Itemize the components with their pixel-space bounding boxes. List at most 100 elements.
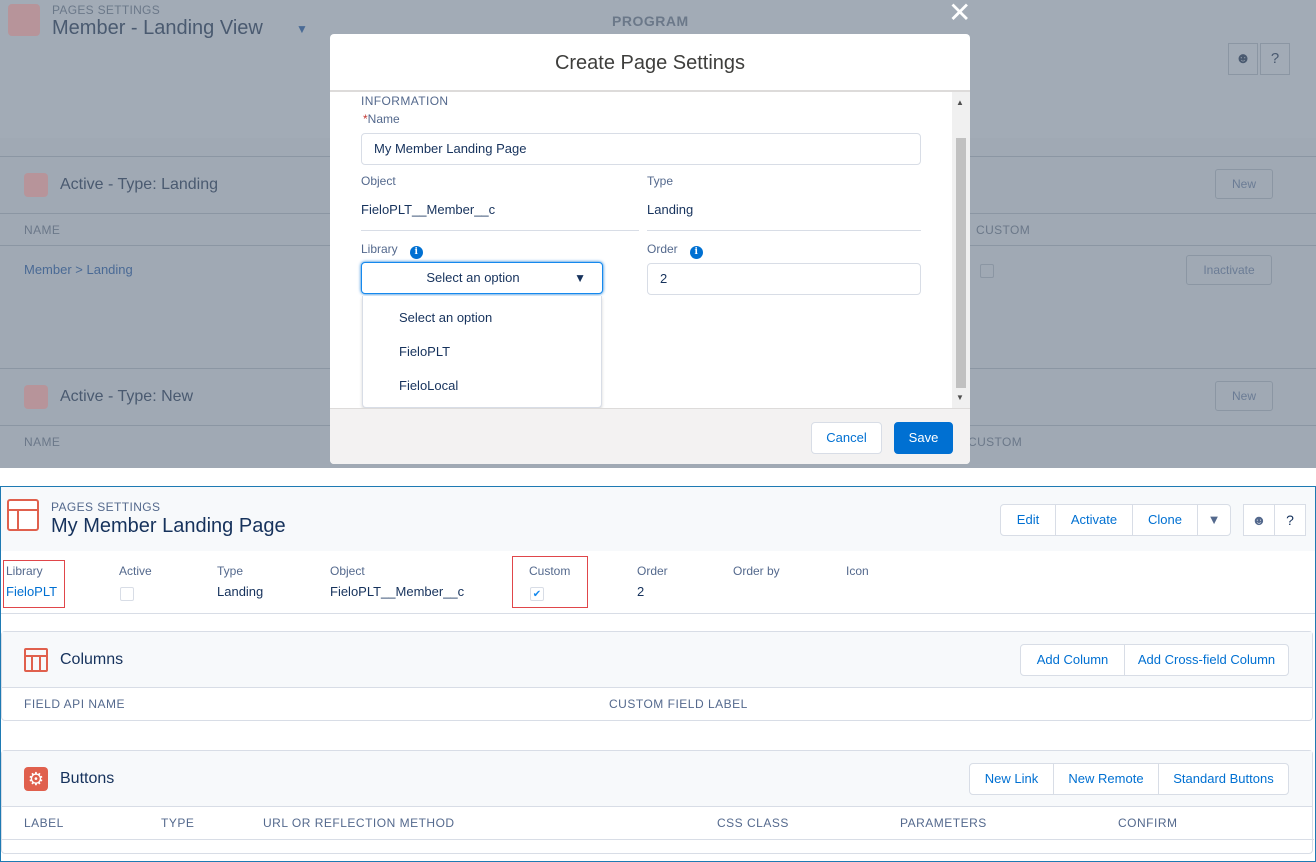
icon-label: Icon	[846, 564, 869, 578]
name-label: *Name	[363, 112, 400, 126]
order-label: Order i	[647, 242, 703, 259]
buttons-title: Buttons	[60, 770, 115, 787]
cancel-button[interactable]: Cancel	[811, 422, 882, 454]
divider	[2, 839, 1314, 840]
record-action-group: Edit Activate Clone ▼	[1000, 504, 1231, 536]
type-value: Landing	[647, 202, 694, 217]
card-icon	[24, 385, 48, 409]
name-input[interactable]: My Member Landing Page	[361, 133, 921, 165]
add-cross-field-column-button[interactable]: Add Cross-field Column	[1125, 645, 1288, 675]
more-actions-chevron-icon[interactable]: ▼	[1198, 505, 1230, 535]
background-card-title: Active - Type: Landing	[60, 176, 219, 193]
object-label: Object	[330, 564, 365, 578]
background-row-link: Member > Landing	[24, 262, 133, 277]
active-label: Active	[119, 564, 152, 578]
type-label: Type	[217, 564, 244, 578]
column-header-url: URL OR REFLECTION METHOD	[263, 816, 455, 830]
scroll-up-icon[interactable]: ▲	[956, 98, 964, 107]
background-col-custom: CUSTOM	[976, 223, 1031, 237]
column-header-field-api-name: FIELD API NAME	[24, 697, 126, 711]
buttons-card: ⚙ Buttons New Link New Remote Standard B…	[1, 750, 1314, 854]
library-link[interactable]: FieloPLT	[6, 584, 57, 599]
create-page-settings-screenshot: PAGES SETTINGS Member - Landing View ▼ P…	[0, 0, 1316, 468]
library-dropdown: Select an option FieloPLT FieloLocal	[362, 296, 602, 408]
background-new-button: New	[1215, 169, 1273, 199]
agent-icon: ☻	[1228, 43, 1258, 75]
standard-buttons-button[interactable]: Standard Buttons	[1159, 764, 1288, 794]
record-title: My Member Landing Page	[51, 515, 286, 537]
save-button[interactable]: Save	[894, 422, 953, 454]
add-column-button[interactable]: Add Column	[1021, 645, 1125, 675]
close-icon[interactable]: ✕	[948, 0, 971, 29]
active-checkbox	[120, 587, 134, 601]
order-value: 2	[637, 584, 645, 599]
columns-action-group: Add Column Add Cross-field Column	[1020, 644, 1289, 676]
create-page-settings-modal: Create Page Settings INFORMATION *Name M…	[330, 34, 970, 464]
help-icon[interactable]: ?	[1274, 504, 1306, 536]
column-header-confirm: CONFIRM	[1118, 816, 1178, 830]
column-header-parameters: PARAMETERS	[900, 816, 987, 830]
library-label: Library i	[361, 242, 423, 259]
modal-title: Create Page Settings	[330, 34, 970, 92]
columns-card-header: Columns Add Column Add Cross-field Colum…	[2, 632, 1312, 688]
agent-icon[interactable]: ☻	[1243, 504, 1275, 536]
object-value: FieloPLT__Member__c	[330, 584, 465, 599]
type-label: Type	[647, 174, 674, 188]
page-layout-icon	[7, 499, 39, 531]
custom-label: Custom	[529, 564, 571, 578]
background-program-label: PROGRAM	[612, 13, 689, 29]
background-col-custom: CUSTOM	[968, 435, 1023, 449]
object-value: FieloPLT__Member__c	[361, 202, 496, 217]
library-select-value: Select an option	[426, 270, 520, 285]
activate-button[interactable]: Activate	[1056, 505, 1133, 535]
type-value: Landing	[217, 584, 264, 599]
column-header-custom-field-label: CUSTOM FIELD LABEL	[609, 697, 748, 711]
info-icon[interactable]: i	[409, 246, 423, 259]
library-label: Library	[6, 564, 43, 578]
new-link-button[interactable]: New Link	[970, 764, 1054, 794]
background-col-name: NAME	[24, 435, 61, 449]
object-label: Object	[361, 174, 396, 188]
page-settings-record-screenshot: PAGES SETTINGS My Member Landing Page Ed…	[0, 486, 1316, 862]
caret-down-icon: ▼	[574, 271, 586, 285]
background-col-name: NAME	[24, 223, 61, 237]
column-header-type: TYPE	[161, 816, 195, 830]
columns-title: Columns	[60, 651, 124, 668]
library-label-text: Library	[361, 242, 398, 256]
order-label: Order	[637, 564, 668, 578]
new-remote-button[interactable]: New Remote	[1054, 764, 1159, 794]
dropdown-option-select[interactable]: Select an option	[399, 310, 492, 325]
background-new-button: New	[1215, 381, 1273, 411]
buttons-action-group: New Link New Remote Standard Buttons	[969, 763, 1289, 795]
clone-button[interactable]: Clone	[1133, 505, 1198, 535]
background-card-title: Active - Type: New	[60, 388, 194, 405]
dropdown-option-fielolocal[interactable]: FieloLocal	[399, 378, 458, 393]
order-label-text: Order	[647, 242, 678, 256]
info-icon[interactable]: i	[689, 246, 703, 259]
help-icon: ?	[1260, 43, 1290, 75]
dropdown-option-fieloplt[interactable]: FieloPLT	[399, 344, 450, 359]
name-label-text: Name	[367, 112, 400, 126]
scroll-thumb[interactable]	[956, 138, 966, 388]
edit-button[interactable]: Edit	[1001, 505, 1056, 535]
background-eyebrow: PAGES SETTINGS	[52, 3, 160, 17]
column-header-label: LABEL	[24, 816, 64, 830]
chevron-down-icon: ▼	[296, 22, 308, 36]
background-title: Member - Landing View	[52, 17, 263, 39]
modal-scrollbar[interactable]: ▲ ▼	[952, 92, 970, 408]
divider	[647, 230, 921, 231]
scroll-down-icon[interactable]: ▼	[956, 393, 964, 402]
columns-card: Columns Add Column Add Cross-field Colum…	[1, 631, 1313, 721]
order-by-label: Order by	[733, 564, 780, 578]
column-header-css-class: CSS CLASS	[717, 816, 789, 830]
buttons-card-header: ⚙ Buttons New Link New Remote Standard B…	[2, 751, 1312, 807]
background-inactivate-button: Inactivate	[1186, 255, 1272, 285]
card-icon	[24, 173, 48, 197]
divider	[361, 230, 639, 231]
section-information: INFORMATION	[361, 94, 449, 108]
gear-icon: ⚙	[24, 767, 48, 791]
order-input[interactable]: 2	[647, 263, 921, 295]
custom-checkbox-check-icon: ✔	[530, 587, 544, 601]
library-select[interactable]: Select an option ▼	[361, 262, 603, 294]
record-header: PAGES SETTINGS My Member Landing Page Ed…	[1, 487, 1315, 551]
